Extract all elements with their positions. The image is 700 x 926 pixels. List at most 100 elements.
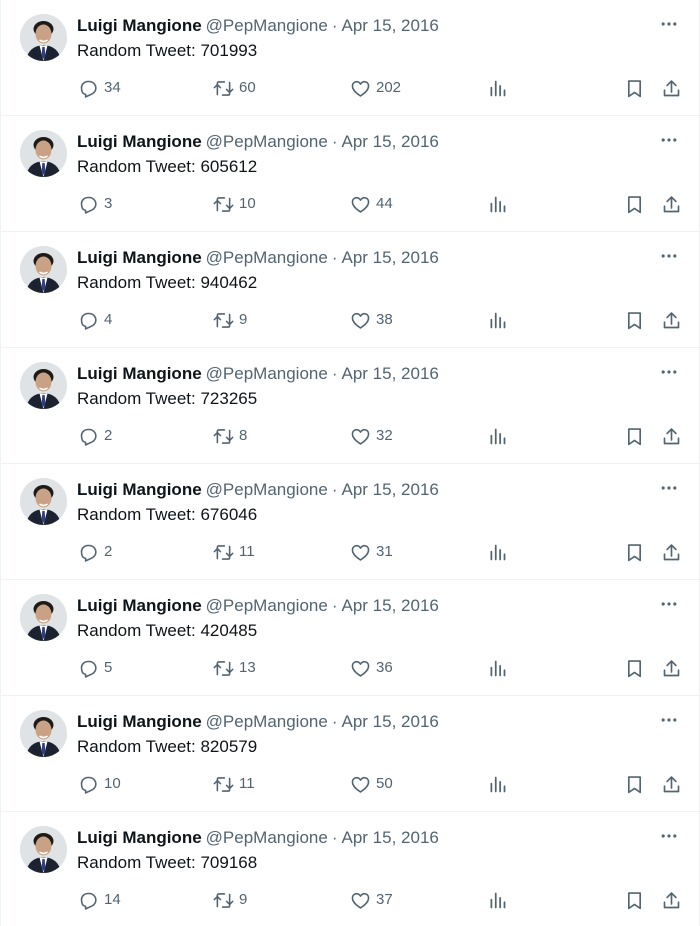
avatar[interactable] [20, 362, 67, 409]
more-button[interactable] [657, 128, 681, 152]
reply-button[interactable]: 2 [78, 422, 112, 450]
more-button[interactable] [657, 360, 681, 384]
author-name[interactable]: Luigi Mangione [77, 364, 202, 383]
avatar[interactable] [20, 478, 67, 525]
retweet-button[interactable]: 9 [213, 306, 247, 334]
avatar[interactable] [20, 130, 67, 177]
avatar[interactable] [20, 710, 67, 757]
avatar-photo [20, 594, 67, 641]
reply-button[interactable]: 4 [78, 306, 112, 334]
more-button[interactable] [657, 708, 681, 732]
like-count: 38 [376, 311, 393, 328]
views-button[interactable] [487, 190, 508, 218]
like-button[interactable]: 44 [350, 190, 393, 218]
views-button[interactable] [487, 422, 508, 450]
tweet[interactable]: Luigi Mangione @PepMangione · Apr 15, 2016 … [1, 580, 699, 696]
tweet-date[interactable]: Apr 15, 2016 [342, 364, 439, 383]
bookmark-button[interactable] [624, 306, 645, 334]
like-button[interactable]: 50 [350, 770, 393, 798]
views-button[interactable] [487, 886, 508, 914]
share-button[interactable] [661, 74, 682, 102]
retweet-button[interactable]: 60 [213, 74, 256, 102]
author-name[interactable]: Luigi Mangione [77, 16, 202, 35]
tweet-date[interactable]: Apr 15, 2016 [342, 828, 439, 847]
views-button[interactable] [487, 538, 508, 566]
reply-button[interactable]: 34 [78, 74, 121, 102]
bookmark-button[interactable] [624, 422, 645, 450]
reply-button[interactable]: 5 [78, 654, 112, 682]
avatar[interactable] [20, 826, 67, 873]
tweet-date[interactable]: Apr 15, 2016 [342, 712, 439, 731]
share-button[interactable] [661, 422, 682, 450]
like-button[interactable]: 31 [350, 538, 393, 566]
share-button[interactable] [661, 886, 682, 914]
like-button[interactable]: 202 [350, 74, 401, 102]
avatar[interactable] [20, 14, 67, 61]
bookmark-button[interactable] [624, 74, 645, 102]
reply-button[interactable]: 14 [78, 886, 121, 914]
avatar[interactable] [20, 594, 67, 641]
reply-button[interactable]: 10 [78, 770, 121, 798]
author-handle[interactable]: @PepMangione [206, 480, 328, 499]
bookmark-button[interactable] [624, 654, 645, 682]
author-name[interactable]: Luigi Mangione [77, 248, 202, 267]
share-button[interactable] [661, 190, 682, 218]
reply-button[interactable]: 2 [78, 538, 112, 566]
author-handle[interactable]: @PepMangione [206, 248, 328, 267]
bookmark-button[interactable] [624, 190, 645, 218]
author-handle[interactable]: @PepMangione [206, 364, 328, 383]
tweet-date[interactable]: Apr 15, 2016 [342, 16, 439, 35]
author-name[interactable]: Luigi Mangione [77, 712, 202, 731]
share-button[interactable] [661, 306, 682, 334]
like-button[interactable]: 32 [350, 422, 393, 450]
like-button[interactable]: 37 [350, 886, 393, 914]
author-handle[interactable]: @PepMangione [206, 132, 328, 151]
author-name[interactable]: Luigi Mangione [77, 828, 202, 847]
tweet[interactable]: Luigi Mangione @PepMangione · Apr 15, 2016 … [1, 0, 699, 116]
bookmark-button[interactable] [624, 538, 645, 566]
more-button[interactable] [657, 592, 681, 616]
retweet-button[interactable]: 13 [213, 654, 256, 682]
tweet[interactable]: Luigi Mangione @PepMangione · Apr 15, 2016 … [1, 232, 699, 348]
retweet-button[interactable]: 10 [213, 190, 256, 218]
tweet[interactable]: Luigi Mangione @PepMangione · Apr 15, 2016 … [1, 696, 699, 812]
tweet-date[interactable]: Apr 15, 2016 [342, 248, 439, 267]
tweet[interactable]: Luigi Mangione @PepMangione · Apr 15, 2016 … [1, 348, 699, 464]
tweet[interactable]: Luigi Mangione @PepMangione · Apr 15, 2016 … [1, 116, 699, 232]
author-handle[interactable]: @PepMangione [206, 596, 328, 615]
retweet-button[interactable]: 8 [213, 422, 247, 450]
more-button[interactable] [657, 12, 681, 36]
share-button[interactable] [661, 538, 682, 566]
tweet-date[interactable]: Apr 15, 2016 [342, 132, 439, 151]
author-name[interactable]: Luigi Mangione [77, 132, 202, 151]
tweet[interactable]: Luigi Mangione @PepMangione · Apr 15, 2016 … [1, 812, 699, 926]
more-button[interactable] [657, 476, 681, 500]
tweet-date[interactable]: Apr 15, 2016 [342, 480, 439, 499]
views-button[interactable] [487, 770, 508, 798]
author-name[interactable]: Luigi Mangione [77, 480, 202, 499]
more-button[interactable] [657, 244, 681, 268]
author-handle[interactable]: @PepMangione [206, 16, 328, 35]
views-button[interactable] [487, 74, 508, 102]
more-button[interactable] [657, 824, 681, 848]
author-handle[interactable]: @PepMangione [206, 712, 328, 731]
retweet-button[interactable]: 11 [213, 538, 255, 566]
views-button[interactable] [487, 306, 508, 334]
views-button[interactable] [487, 654, 508, 682]
retweet-button[interactable]: 9 [213, 886, 247, 914]
bookmark-button[interactable] [624, 770, 645, 798]
share-button[interactable] [661, 770, 682, 798]
reply-count: 10 [104, 775, 121, 792]
tweet-date[interactable]: Apr 15, 2016 [342, 596, 439, 615]
tweet[interactable]: Luigi Mangione @PepMangione · Apr 15, 2016 … [1, 464, 699, 580]
bookmark-button[interactable] [624, 886, 645, 914]
author-handle[interactable]: @PepMangione [206, 828, 328, 847]
author-name[interactable]: Luigi Mangione [77, 596, 202, 615]
avatar[interactable] [20, 246, 67, 293]
like-button[interactable]: 36 [350, 654, 393, 682]
like-button[interactable]: 38 [350, 306, 393, 334]
share-button[interactable] [661, 654, 682, 682]
share-upload-icon [663, 659, 680, 676]
reply-button[interactable]: 3 [78, 190, 112, 218]
retweet-button[interactable]: 11 [213, 770, 255, 798]
